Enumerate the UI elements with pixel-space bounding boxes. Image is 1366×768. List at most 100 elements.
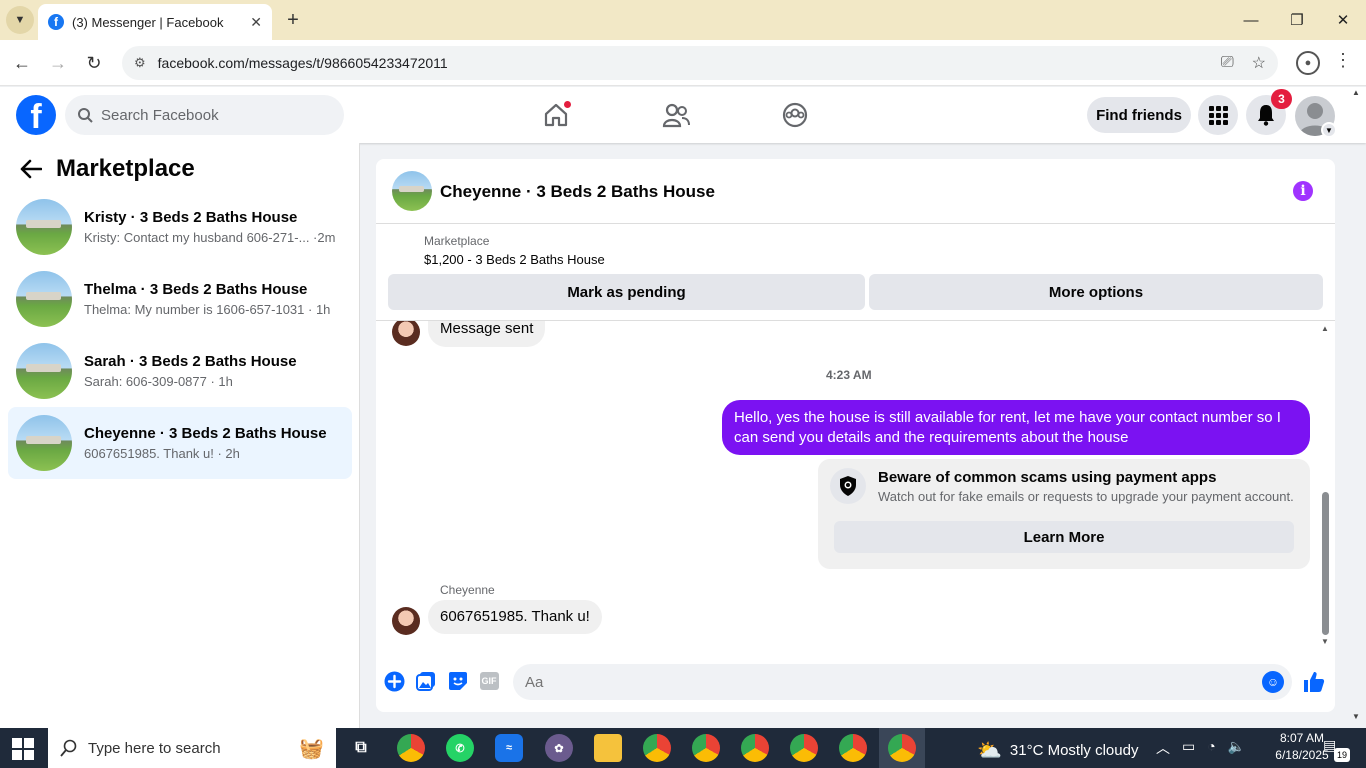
back-arrow-icon[interactable]: ← [7, 48, 37, 78]
search-icon [60, 739, 77, 757]
tab-title: (3) Messenger | Facebook [72, 14, 224, 30]
conversation-item-sarah[interactable]: Sarah · 3 Beds 2 Baths House Sarah: 606-… [8, 335, 352, 407]
groups-icon[interactable] [780, 100, 810, 130]
task-view-icon[interactable]: ⧉ [347, 734, 375, 762]
chat-title[interactable]: Cheyenne · 3 Beds 2 Baths House [440, 182, 715, 202]
url-text: facebook.com/messages/t/9866054233472011 [157, 55, 448, 71]
home-notification-dot [563, 100, 572, 109]
shield-icon [830, 468, 866, 504]
sidebar-title: Marketplace [56, 155, 195, 182]
find-friends-button[interactable]: Find friends [1087, 97, 1191, 133]
conversation-preview: Thelma: My number is 1606-657-1031 · 1h [84, 302, 331, 317]
menu-grid-icon[interactable] [1198, 95, 1238, 135]
site-info-icon[interactable]: ⚙ [134, 55, 146, 71]
minimize-icon[interactable]: — [1228, 0, 1274, 40]
learn-more-button[interactable]: Learn More [834, 521, 1294, 553]
app-icon[interactable]: ✿ [545, 734, 573, 762]
conversation-preview: Kristy: Contact my husband 606-271-... ·… [84, 230, 336, 245]
taskbar-search-box[interactable]: Type here to search 🧺 [48, 728, 336, 768]
info-icon[interactable]: i [1293, 181, 1313, 201]
tab-search-chevron-icon[interactable]: ▼ [6, 6, 34, 34]
house-listing-thumbnail [16, 415, 72, 471]
weather-text: 31°C Mostly cloudy [1009, 742, 1139, 759]
marketplace-label: Marketplace [424, 234, 490, 248]
battery-icon[interactable]: ▭ [1182, 738, 1195, 758]
scroll-down-arrow-icon[interactable]: ▼ [1321, 637, 1329, 646]
cheyenne-avatar [392, 321, 420, 346]
chrome-profile-icon[interactable] [790, 734, 818, 762]
bookmark-star-icon[interactable]: ☆ [1252, 53, 1266, 73]
message-bubble-incoming: Message sent [428, 321, 546, 347]
browser-profile-icon[interactable]: ● [1296, 51, 1320, 75]
conversation-name: Kristy · 3 Beds 2 Baths House [84, 209, 298, 226]
page-scroll-up-arrow-icon[interactable]: ▲ [1352, 88, 1364, 100]
message-timestamp: 4:23 AM [826, 368, 872, 382]
chrome-profile-icon[interactable] [643, 734, 671, 762]
conversation-item-cheyenne[interactable]: Cheyenne · 3 Beds 2 Baths House 60676519… [8, 407, 352, 479]
message-input[interactable] [513, 664, 1292, 700]
plus-circle-icon[interactable] [383, 670, 405, 692]
volume-icon[interactable]: 🔈 [1228, 738, 1245, 758]
scroll-up-arrow-icon[interactable]: ▲ [1321, 324, 1329, 333]
scam-warning-subtitle: Watch out for fake emails or requests to… [878, 489, 1294, 504]
facebook-search-input[interactable]: Search Facebook [65, 95, 344, 135]
file-explorer-icon[interactable] [594, 734, 622, 762]
new-tab-plus-icon[interactable]: + [282, 8, 304, 32]
messages-scrollbar[interactable] [1322, 492, 1329, 635]
wifi-icon[interactable]: ◔ [1207, 738, 1215, 758]
sender-name: Cheyenne [440, 583, 495, 597]
browser-menu-icon[interactable]: ⋮ [1334, 50, 1352, 76]
house-listing-thumbnail [16, 199, 72, 255]
chrome-icon[interactable] [397, 734, 425, 762]
app-icon[interactable]: ≈ [495, 734, 523, 762]
back-arrow-icon[interactable] [20, 158, 44, 184]
gif-icon-label: GIF [479, 672, 499, 690]
photo-icon[interactable] [415, 670, 437, 692]
conversation-preview: Sarah: 606-309-0877 · 1h [84, 374, 233, 389]
conversation-preview: 6067651985. Thank u! · 2h [84, 446, 240, 461]
chat-listing-avatar[interactable] [392, 171, 432, 211]
window-close-icon[interactable]: ✕ [1320, 0, 1366, 40]
message-bubble-outgoing: Hello, yes the house is still available … [722, 400, 1310, 455]
browser-tab-messenger[interactable]: f (3) Messenger | Facebook ✕ [38, 4, 272, 40]
weather-widget[interactable]: ⛅ 31°C Mostly cloudy [977, 738, 1138, 763]
conversation-name: Thelma · 3 Beds 2 Baths House [84, 281, 308, 298]
facebook-logo-icon[interactable]: f [16, 95, 56, 135]
chrome-profile-icon[interactable] [888, 734, 916, 762]
address-bar[interactable]: ⚙ facebook.com/messages/t/98660542334720… [122, 46, 1278, 80]
house-listing-thumbnail [16, 343, 72, 399]
notifications-badge: 3 [1271, 89, 1292, 109]
windows-start-icon[interactable] [12, 738, 34, 760]
facebook-search-placeholder: Search Facebook [101, 106, 219, 124]
conversation-name: Sarah · 3 Beds 2 Baths House [84, 353, 297, 370]
chrome-profile-icon[interactable] [839, 734, 867, 762]
mark-as-pending-button[interactable]: Mark as pending [388, 274, 865, 310]
account-chevron-down-icon[interactable]: ▼ [1321, 122, 1337, 138]
system-tray: ︿ ▭ ◔ 🔈 [1156, 738, 1245, 758]
cheyenne-avatar[interactable] [392, 607, 420, 635]
sticker-icon[interactable] [447, 670, 469, 692]
friends-icon[interactable] [661, 100, 691, 130]
reload-icon[interactable]: ↻ [79, 48, 109, 78]
listing-price-title[interactable]: $1,200 - 3 Beds 2 Baths House [424, 252, 605, 267]
house-listing-thumbnail [16, 271, 72, 327]
restore-icon[interactable]: ❐ [1274, 0, 1320, 40]
chrome-profile-icon[interactable] [741, 734, 769, 762]
thumbs-up-icon[interactable] [1301, 669, 1327, 695]
search-icon [78, 108, 93, 123]
tray-chevron-up-icon[interactable]: ︿ [1156, 738, 1170, 758]
conversation-item-thelma[interactable]: Thelma · 3 Beds 2 Baths House Thelma: My… [8, 263, 352, 335]
gif-icon[interactable]: GIF [478, 670, 500, 692]
chrome-profile-icon[interactable] [692, 734, 720, 762]
emoji-icon[interactable]: ☺ [1262, 671, 1284, 693]
conversation-item-kristy[interactable]: Kristy · 3 Beds 2 Baths House Kristy: Co… [8, 191, 352, 263]
page-scroll-down-arrow-icon[interactable]: ▼ [1352, 712, 1364, 724]
tab-close-icon[interactable]: ✕ [250, 14, 262, 31]
install-app-icon[interactable]: ⎚ [1221, 54, 1234, 72]
more-options-button[interactable]: More options [869, 274, 1323, 310]
search-highlight-picnic-icon: 🧺 [299, 737, 324, 760]
forward-arrow-icon[interactable]: → [43, 48, 73, 78]
facebook-favicon-icon: f [48, 14, 64, 30]
whatsapp-icon[interactable]: ✆ [446, 734, 474, 762]
taskbar-search-placeholder: Type here to search [88, 739, 221, 757]
